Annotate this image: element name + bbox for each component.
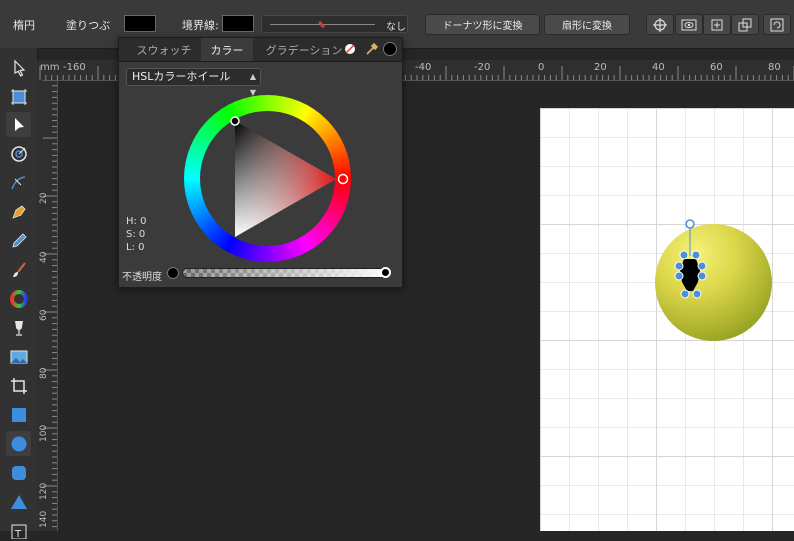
corner-tool[interactable] bbox=[6, 141, 31, 166]
rotate-button[interactable] bbox=[763, 14, 791, 35]
pencil-icon bbox=[11, 232, 27, 248]
lightness-value: L: 0 bbox=[126, 242, 145, 253]
fill-tool[interactable] bbox=[6, 286, 31, 311]
opacity-label: 不透明度 bbox=[122, 272, 162, 283]
hue-picker-handle bbox=[337, 173, 349, 185]
pen-tool[interactable] bbox=[6, 199, 31, 224]
text-frame-tool[interactable]: T bbox=[6, 516, 31, 541]
crop-icon bbox=[10, 377, 27, 394]
text-frame-icon: T bbox=[11, 524, 26, 539]
arrange-button[interactable] bbox=[731, 14, 759, 35]
selection-handles[interactable] bbox=[672, 218, 712, 302]
sl-picker-handle bbox=[230, 116, 240, 126]
curve-arrow-icon bbox=[10, 175, 25, 189]
move-icon bbox=[13, 59, 25, 77]
ruler-label: -40 bbox=[415, 62, 432, 73]
slider-knob[interactable] bbox=[318, 20, 325, 29]
tab-swatches[interactable]: スウォッチ bbox=[127, 38, 201, 61]
rotate-icon bbox=[770, 18, 784, 31]
stroke-color-swatch[interactable] bbox=[222, 15, 254, 32]
ruler-label: 20 bbox=[39, 192, 49, 204]
snap-button[interactable] bbox=[646, 14, 674, 35]
eye-icon bbox=[681, 19, 697, 30]
arrange-icon bbox=[738, 18, 752, 31]
saturation-lightness-triangle[interactable] bbox=[184, 95, 351, 262]
stroke-width-slider[interactable]: なし bbox=[261, 15, 408, 33]
place-image-tool[interactable] bbox=[6, 344, 31, 369]
pen-icon bbox=[11, 204, 26, 219]
tab-color[interactable]: カラー bbox=[201, 38, 253, 61]
point-transform-tool[interactable] bbox=[6, 170, 31, 195]
current-color-swatch[interactable] bbox=[383, 42, 397, 56]
ruler-label: 0 bbox=[538, 62, 545, 73]
tab-gradient[interactable]: グラデーション bbox=[259, 38, 349, 61]
ruler-label: 40 bbox=[652, 62, 665, 73]
ellipse-tool[interactable] bbox=[6, 431, 31, 456]
rectangle-tool[interactable] bbox=[6, 402, 31, 427]
opacity-slider-knob[interactable] bbox=[380, 267, 391, 278]
fill-color-swatch[interactable] bbox=[124, 15, 156, 32]
no-color-icon[interactable] bbox=[344, 43, 356, 55]
color-panel: スウォッチ カラー グラデーション HSLカラーホイール ▲ ▼ H: 0 S: … bbox=[118, 37, 403, 288]
node-tool[interactable] bbox=[6, 112, 31, 137]
vertical-ruler[interactable]: 20 40 60 80 100 120 140 bbox=[37, 80, 58, 531]
ruler-label: 60 bbox=[39, 309, 49, 321]
opacity-slider[interactable] bbox=[182, 268, 390, 278]
stroke-label: 境界線: bbox=[182, 19, 219, 32]
ellipse-icon bbox=[11, 436, 26, 451]
ruler-label: 80 bbox=[768, 62, 781, 73]
color-mode-value: HSLカラーホイール bbox=[132, 70, 231, 83]
color-wheel-icon bbox=[9, 289, 28, 308]
image-icon bbox=[10, 350, 27, 363]
transparency-tool[interactable] bbox=[6, 315, 31, 340]
pencil-tool[interactable] bbox=[6, 228, 31, 253]
saturation-value: S: 0 bbox=[126, 229, 146, 240]
triangle-icon bbox=[10, 494, 27, 509]
hue-value: H: 0 bbox=[126, 216, 147, 227]
ruler-label: 40 bbox=[39, 251, 49, 263]
crop-tool[interactable] bbox=[6, 373, 31, 398]
convert-to-pie-button[interactable]: 扇形に変換 bbox=[544, 14, 630, 35]
artboard-icon bbox=[10, 88, 27, 105]
ruler-label: 120 bbox=[39, 482, 49, 500]
ruler-label: -160 bbox=[63, 62, 86, 73]
view-mode-button[interactable] bbox=[675, 14, 703, 35]
svg-text:T: T bbox=[14, 529, 22, 539]
artboard-tool[interactable] bbox=[6, 84, 31, 109]
convert-to-donut-button[interactable]: ドーナツ形に変換 bbox=[425, 14, 540, 35]
stroke-width-value: なし bbox=[386, 22, 406, 33]
color-panel-tabs: スウォッチ カラー グラデーション bbox=[119, 38, 402, 62]
opacity-color-swatch bbox=[167, 267, 179, 279]
shape-type-label: 楕円 bbox=[13, 19, 35, 32]
crosshair-icon bbox=[653, 17, 667, 32]
triangle-tool[interactable] bbox=[6, 489, 31, 514]
ruler-label: 60 bbox=[710, 62, 723, 73]
ruler-label: 100 bbox=[39, 424, 49, 442]
target-icon bbox=[10, 145, 27, 162]
ruler-label: 80 bbox=[39, 367, 49, 379]
brush-icon bbox=[12, 261, 26, 277]
move-tool[interactable] bbox=[6, 55, 31, 80]
eyedropper-icon[interactable] bbox=[364, 41, 380, 57]
node-arrow-icon bbox=[14, 117, 24, 131]
color-mode-select[interactable]: HSLカラーホイール ▲ ▼ bbox=[126, 68, 261, 97]
rectangle-icon bbox=[11, 407, 26, 422]
ruler-ticks bbox=[43, 80, 57, 528]
wine-glass-icon bbox=[14, 320, 23, 336]
fill-label: 塗りつぶ bbox=[66, 19, 111, 32]
ruler-label: 20 bbox=[594, 62, 607, 73]
tools-panel: T bbox=[0, 48, 38, 539]
ruler-label: -20 bbox=[474, 62, 491, 73]
transform-icon bbox=[711, 19, 723, 30]
ruler-unit: mm bbox=[40, 62, 60, 73]
rounded-rectangle-icon bbox=[11, 465, 26, 480]
transform-origin-button[interactable] bbox=[703, 14, 731, 35]
vector-brush-tool[interactable] bbox=[6, 257, 31, 282]
ruler-label: 140 bbox=[39, 510, 49, 528]
rounded-rectangle-tool[interactable] bbox=[6, 460, 31, 485]
